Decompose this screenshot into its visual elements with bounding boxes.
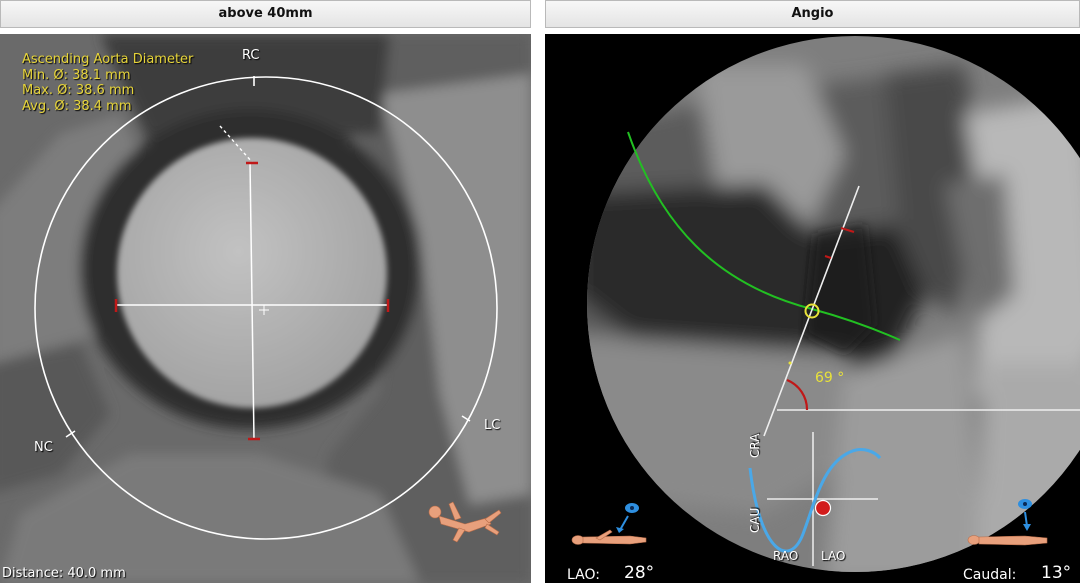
distance-readout: Distance: 40.0 mm (2, 566, 126, 581)
panel-title: above 40mm (0, 0, 531, 28)
cusp-label-lc: LC (484, 418, 501, 433)
orientation-label-rao: RAO (773, 549, 799, 563)
patient-supine-lao-icon (571, 503, 647, 545)
angle-readout: 69 ° (815, 370, 845, 386)
orientation-label-cra: CRA (748, 433, 762, 458)
max-diameter: Max. Ø: 38.6 mm (22, 83, 135, 98)
avg-diameter: Avg. Ø: 38.4 mm (22, 98, 132, 114)
angio-viewport[interactable]: 69 ° CRA CAU RAO LAO LAO: 28° Caudal: 13… (545, 34, 1080, 583)
min-diameter: Min. Ø: 38.1 mm (22, 67, 131, 83)
lao-label: LAO: (567, 567, 600, 583)
patient-orientation-icon (428, 501, 502, 543)
orientation-label-cau: CAU (748, 507, 762, 533)
angio-view-panel[interactable]: Angio 69 ° CRA CAU RAO LAO LAO: 28° Caud… (545, 0, 1080, 583)
ct-viewport[interactable]: Ascending Aorta Diameter Min. Ø: 38.1 mm… (0, 34, 531, 583)
measurement-heading: Ascending Aorta Diameter (22, 52, 194, 67)
panel-title: Angio (545, 0, 1080, 28)
patient-supine-caudal-icon (967, 499, 1048, 546)
caudal-label: Caudal: (963, 567, 1017, 583)
lao-value: 28° (624, 563, 655, 583)
measurement-readout: Ascending Aorta Diameter Min. Ø: 38.1 mm… (22, 52, 193, 114)
caudal-value: 13° (1041, 563, 1072, 583)
ct-view-panel[interactable]: above 40mm Ascending Aorta Diameter Min.… (0, 0, 531, 583)
cusp-label-nc: NC (34, 440, 53, 455)
orientation-label-lao: LAO (821, 549, 846, 563)
cusp-label-rc: RC (242, 48, 260, 63)
